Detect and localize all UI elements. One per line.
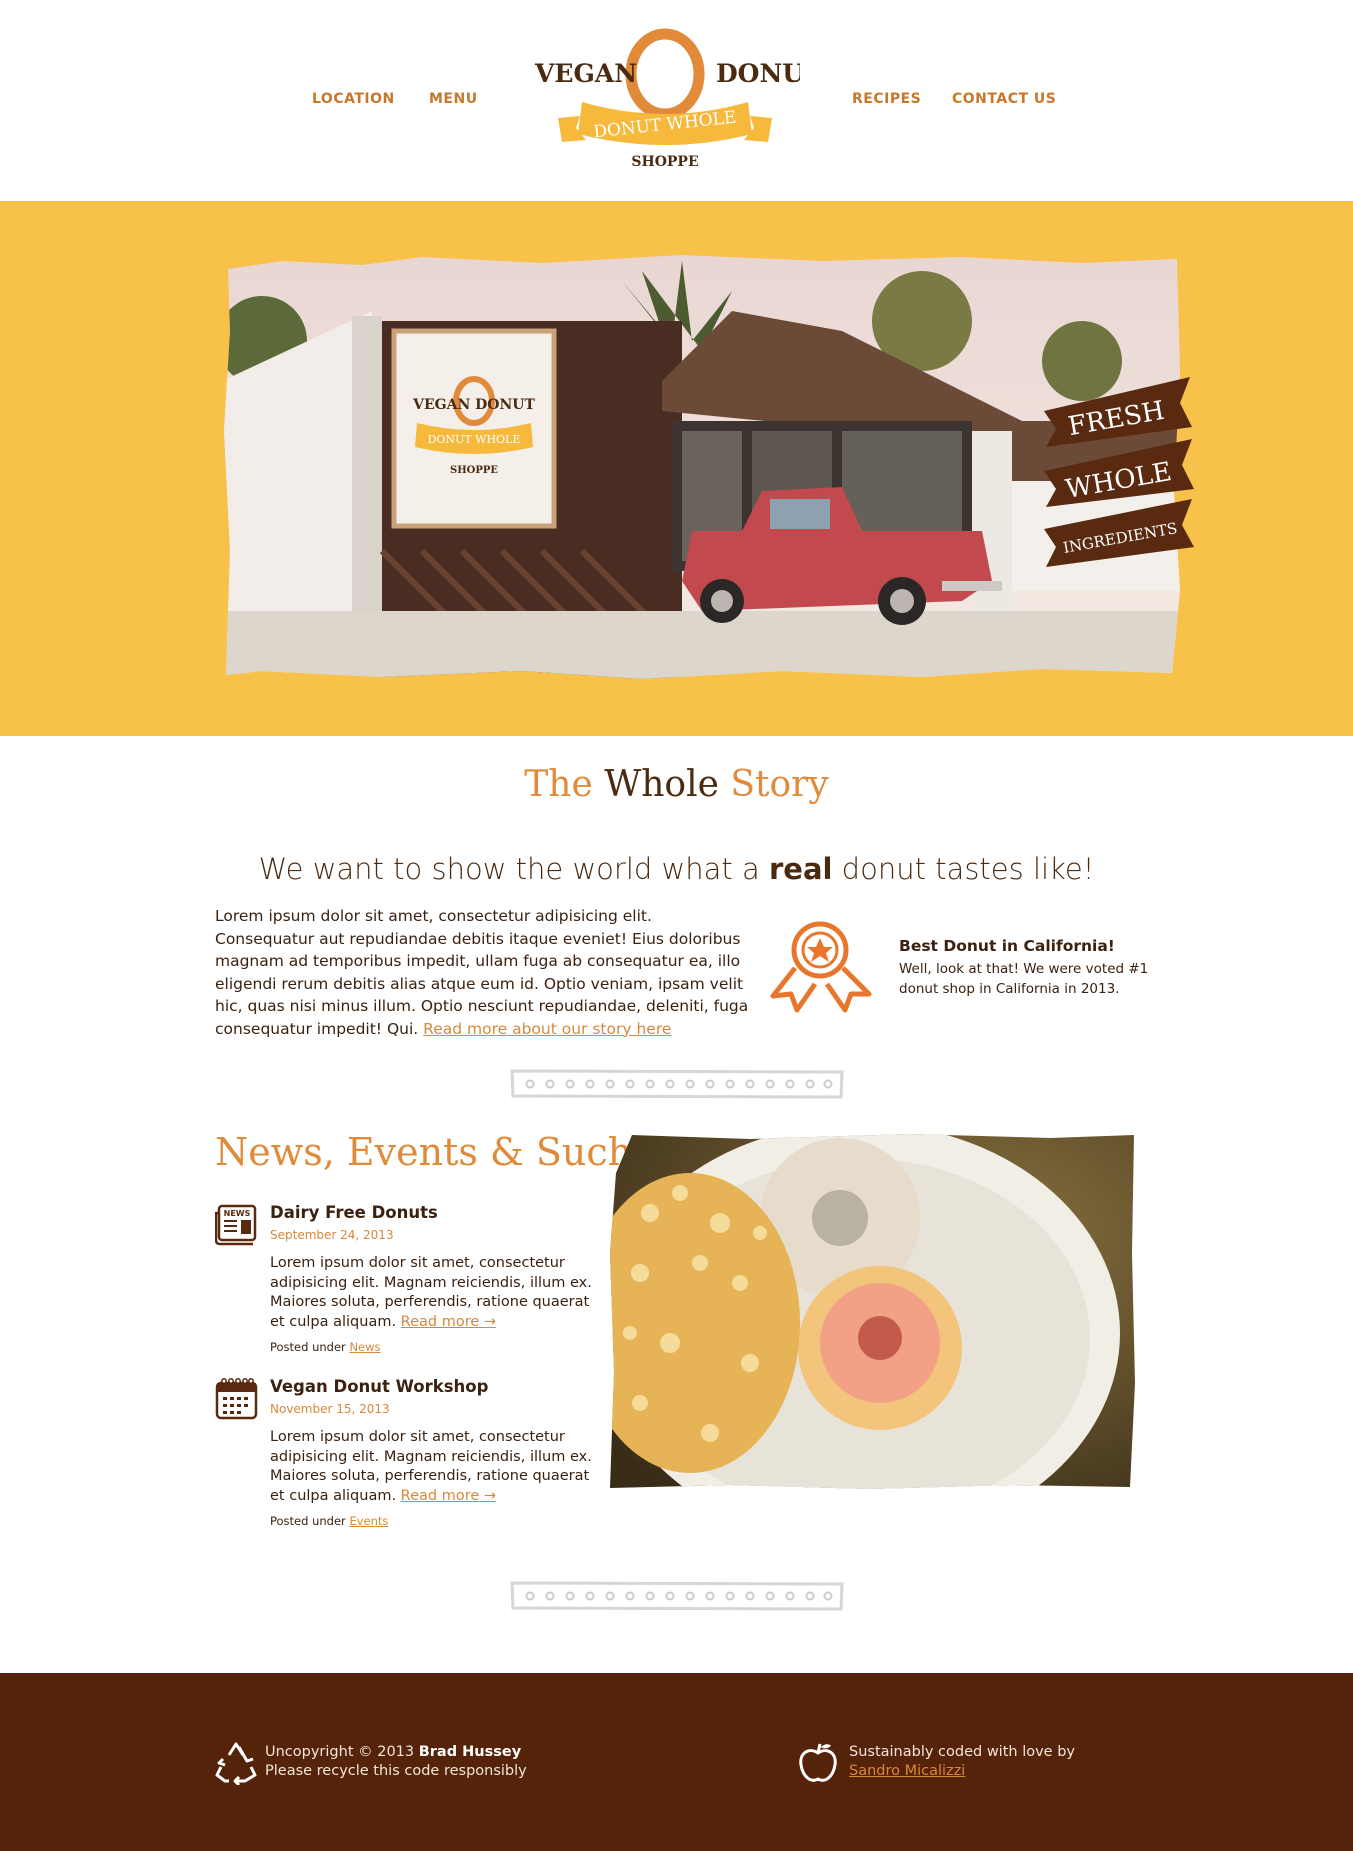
- apple-icon: [799, 1743, 837, 1782]
- recycle-icon: [215, 1742, 257, 1785]
- site-logo[interactable]: VEGAN DONUT DONUT WHOLE SHOPPE: [530, 26, 800, 174]
- posted-label: Posted under: [270, 1514, 350, 1528]
- donuts-photo: [610, 1134, 1135, 1489]
- story-tagline: We want to show the world what a real do…: [0, 852, 1353, 886]
- news-read-more-link[interactable]: Read more →: [401, 1314, 496, 1330]
- logo-word-donut: DONUT: [716, 59, 800, 88]
- story-title-part3: Story: [730, 764, 829, 805]
- nav-contact-link[interactable]: CONTACT US: [952, 91, 1056, 107]
- news-date: November 15, 2013: [270, 1402, 390, 1416]
- news-item: NEWS Dairy Free Donuts September 24, 201…: [215, 1203, 595, 1354]
- store-banner-text: DONUT WHOLE: [428, 433, 521, 446]
- news-body: Lorem ipsum dolor sit amet, consectetur …: [270, 1254, 595, 1332]
- nav-menu-link[interactable]: MENU: [429, 91, 478, 107]
- logo-sub-text: SHOPPE: [631, 154, 698, 170]
- story-body-text: Lorem ipsum dolor sit amet, consectetur …: [215, 907, 749, 1038]
- news-body: Lorem ipsum dolor sit amet, consectetur …: [270, 1428, 595, 1506]
- news-title-workshop[interactable]: Vegan Donut Workshop: [270, 1377, 488, 1396]
- news-posted-under: Posted under Events: [270, 1514, 388, 1528]
- coder-link[interactable]: Sandro Micalizzi: [849, 1763, 965, 1779]
- tagline-bold: real: [768, 852, 833, 886]
- calendar-icon: [215, 1378, 258, 1420]
- story-title-part2: Whole: [604, 764, 719, 805]
- storefront-photo: VEGAN DONUT DONUT WHOLE SHOPPE: [224, 255, 1180, 679]
- svg-text:NEWS: NEWS: [224, 1209, 251, 1218]
- store-sign-text: VEGAN DONUT: [412, 397, 535, 413]
- coded-line: Sustainably coded with love by: [849, 1744, 1075, 1760]
- news-posted-under: Posted under News: [270, 1340, 381, 1354]
- tagline-post: donut tastes like!: [832, 852, 1095, 886]
- site-header: LOCATION MENU RECIPES CONTACT US VEGAN D…: [0, 0, 1353, 201]
- news-heading: News, Events & Such: [215, 1130, 633, 1174]
- copyright-text: Uncopyright © 2013: [265, 1744, 419, 1760]
- nav-recipes-link[interactable]: RECIPES: [852, 91, 921, 107]
- story-heading: The Whole Story: [0, 764, 1353, 805]
- logo-word-vegan: VEGAN: [534, 59, 637, 88]
- fresh-ingredients-ribbons: FRESH WHOLE INGREDIENTS: [1044, 377, 1194, 567]
- news-date: September 24, 2013: [270, 1228, 394, 1242]
- newspaper-icon: NEWS: [215, 1204, 257, 1246]
- story-title-part1: The: [524, 764, 593, 805]
- award-text: Well, look at that! We were voted #1 don…: [899, 961, 1149, 997]
- posted-label: Posted under: [270, 1340, 350, 1354]
- story-paragraph: Lorem ipsum dolor sit amet, consectetur …: [215, 905, 750, 1040]
- news-item: Vegan Donut Workshop November 15, 2013 L…: [215, 1377, 595, 1528]
- hero-banner: VEGAN DONUT DONUT WHOLE SHOPPE FRESH WHO…: [0, 201, 1353, 736]
- nav-location-link[interactable]: LOCATION: [312, 91, 395, 107]
- site-footer: Uncopyright © 2013 Brad Hussey Please re…: [0, 1673, 1353, 1851]
- award-title: Best Donut in California!: [899, 937, 1115, 955]
- recycle-line: Please recycle this code responsibly: [265, 1763, 527, 1779]
- category-link-events[interactable]: Events: [349, 1514, 388, 1528]
- footer-credits: Sustainably coded with love by Sandro Mi…: [849, 1743, 1169, 1781]
- category-link-news[interactable]: News: [349, 1340, 380, 1354]
- section-divider-2: [510, 1581, 844, 1611]
- store-sub-text: SHOPPE: [450, 465, 498, 476]
- copyright-name: Brad Hussey: [418, 1744, 522, 1760]
- news-read-more-link[interactable]: Read more →: [401, 1488, 496, 1504]
- news-title-dairy-free[interactable]: Dairy Free Donuts: [270, 1203, 438, 1222]
- footer-copyright: Uncopyright © 2013 Brad Hussey Please re…: [265, 1743, 585, 1781]
- section-divider-1: [510, 1069, 844, 1099]
- tagline-pre: We want to show the world what a: [258, 852, 769, 886]
- award-ribbon-icon: [770, 921, 872, 1013]
- story-read-more-link[interactable]: Read more about our story here: [423, 1020, 671, 1038]
